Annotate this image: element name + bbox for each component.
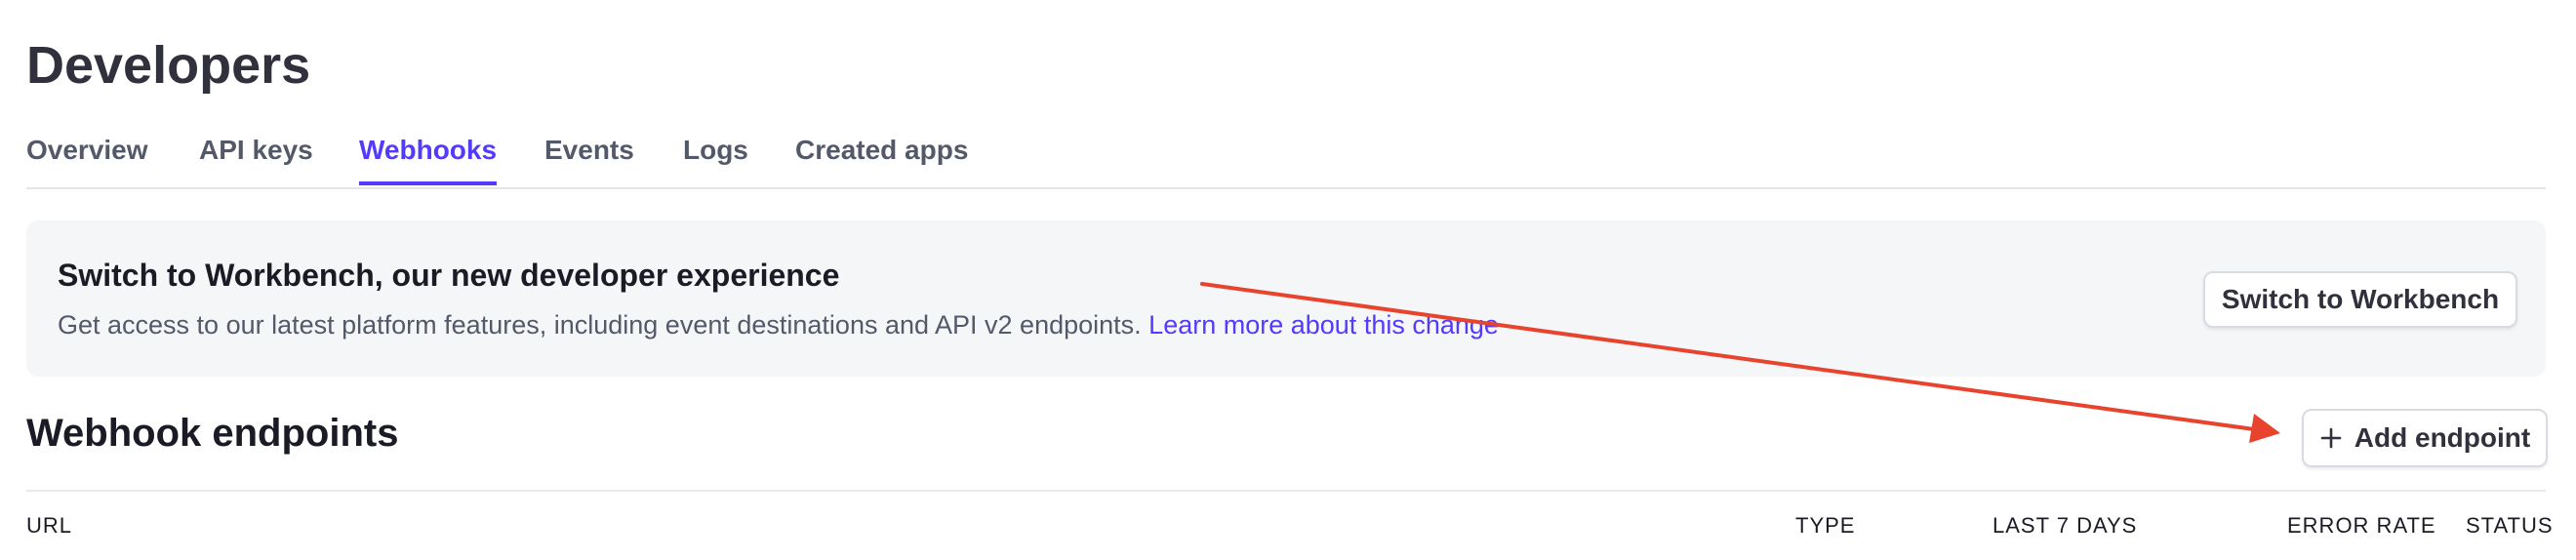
- section-title: Webhook endpoints: [26, 412, 399, 455]
- tab-bar: Overview API keys Webhooks Events Logs C…: [26, 131, 2546, 189]
- tab-logs[interactable]: Logs: [683, 135, 748, 185]
- tab-api-keys[interactable]: API keys: [199, 135, 313, 185]
- page-title: Developers: [26, 36, 311, 95]
- banner-description-text: Get access to our latest platform featur…: [58, 310, 1142, 340]
- column-header-url[interactable]: URL: [26, 513, 72, 539]
- column-header-error-rate[interactable]: ERROR RATE: [2287, 513, 2436, 539]
- tab-overview[interactable]: Overview: [26, 135, 148, 185]
- workbench-banner: Switch to Workbench, our new developer e…: [26, 220, 2546, 377]
- add-endpoint-button[interactable]: Add endpoint: [2302, 409, 2548, 467]
- column-header-last-7-days[interactable]: LAST 7 DAYS: [1992, 513, 2137, 539]
- banner-title: Switch to Workbench, our new developer e…: [58, 258, 840, 293]
- plus-icon: [2320, 427, 2342, 449]
- tab-webhooks[interactable]: Webhooks: [359, 135, 498, 185]
- banner-description: Get access to our latest platform featur…: [58, 310, 1499, 340]
- tab-events[interactable]: Events: [544, 135, 634, 185]
- tab-created-apps[interactable]: Created apps: [795, 135, 968, 185]
- column-header-status[interactable]: STATUS: [2466, 513, 2554, 539]
- table-header-row: URL TYPE LAST 7 DAYS ERROR RATE STATUS: [26, 490, 2553, 560]
- column-header-type[interactable]: TYPE: [1795, 513, 1855, 539]
- switch-to-workbench-button[interactable]: Switch to Workbench: [2203, 271, 2517, 328]
- learn-more-link[interactable]: Learn more about this change: [1148, 310, 1499, 340]
- add-endpoint-label: Add endpoint: [2354, 422, 2531, 453]
